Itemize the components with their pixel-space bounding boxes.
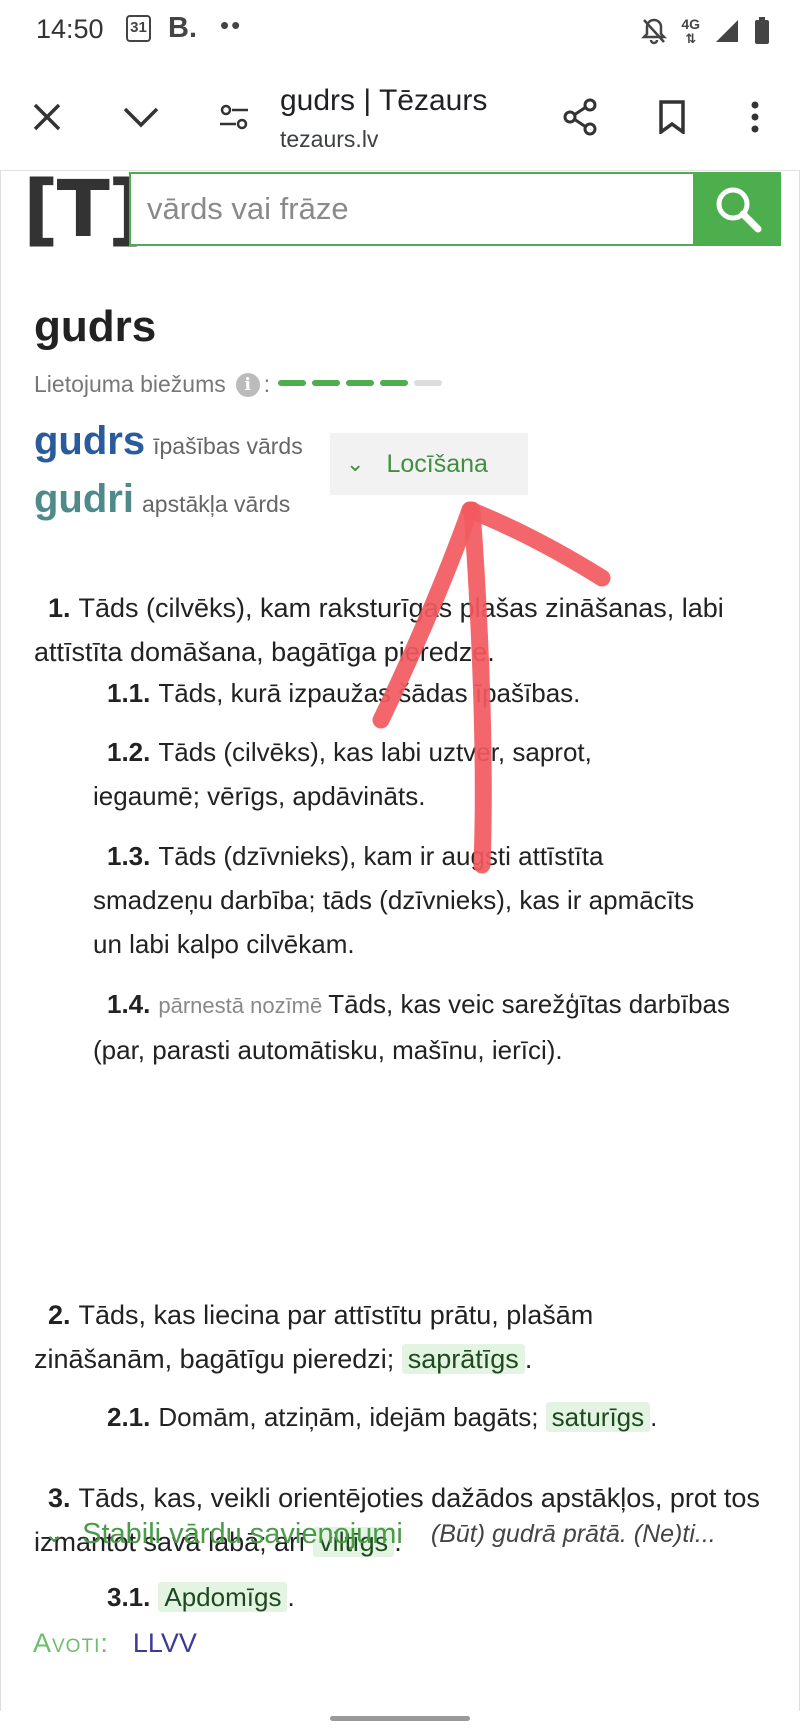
headword: gudrs	[34, 302, 157, 351]
sense-text: Tāds (cilvēks), kam raksturīgas plašas z…	[34, 593, 724, 667]
frequency-segment	[278, 379, 307, 386]
sense-end: .	[287, 1582, 295, 1612]
sense-1-4: 1.4. pārnestā nozīmē Tāds, kas veic sarežģ…	[93, 982, 763, 1072]
page-title[interactable]: gudrs | Tēzaurs	[280, 84, 487, 118]
sense-number: 2.	[48, 1300, 71, 1330]
sense-3-1: 3.1. Apdomīgs.	[93, 1575, 693, 1619]
sense-number: 1.4.	[107, 989, 151, 1019]
sense-1: 1. Tāds (cilvēks), kam raksturīgas plašas…	[34, 586, 764, 674]
frequency-segment	[380, 379, 409, 386]
frequency-label: Lietojuma biežums	[34, 371, 226, 397]
network-type: 4G ⇅	[681, 15, 700, 46]
lemma-pos: apstākļa vārds	[141, 491, 291, 517]
sense-number: 3.1.	[107, 1582, 151, 1612]
sense-2-1: 2.1. Domām, atziņām, idejām bagāts; satur…	[93, 1395, 773, 1439]
sense-gloss: pārnestā nozīmē	[158, 993, 323, 1018]
more-vert-icon	[751, 101, 759, 133]
sense-number: 1.	[48, 593, 71, 623]
page-content: [T]: gudrs Lietojuma biežums i : gudrsīp…	[0, 165, 800, 1711]
sense-end: .	[650, 1402, 658, 1432]
phrases-toggle[interactable]: ⌄ Stabili vārdu savienojumi (Būt) gudrā …	[44, 1518, 764, 1551]
do-not-disturb-icon	[641, 18, 668, 45]
sense-text: Tāds, kurā izpaužas šādas īpašības.	[158, 678, 581, 708]
close-tab-button[interactable]	[22, 92, 72, 142]
sense-text: Tāds (cilvēks), kas labi uztver, saprot,…	[93, 737, 592, 811]
frequency-meter	[278, 379, 443, 386]
more-options-button[interactable]	[730, 92, 780, 142]
synonym-link[interactable]: Apdomīgs	[158, 1582, 288, 1612]
lemma-pos: īpašības vārds	[153, 433, 303, 459]
lemma-adjective: gudrs īpašības vārds	[34, 419, 303, 464]
phrases-label: Stabili vārdu savienojumi	[82, 1518, 403, 1550]
sense-number: 1.2.	[107, 737, 151, 767]
close-icon	[33, 103, 61, 131]
site-settings-button[interactable]	[209, 92, 259, 142]
search-input[interactable]	[129, 172, 695, 246]
synonym-link[interactable]: saprātīgs	[401, 1344, 525, 1374]
declension-toggle[interactable]: ⌄ Locīšana	[330, 433, 528, 495]
sense-1-3: 1.3. Tāds (dzīvnieks), kam ir augsti attī…	[93, 834, 703, 966]
bookmark-button[interactable]	[647, 92, 697, 142]
sources-label: Avoti:	[33, 1628, 109, 1658]
status-time: 14:50	[36, 14, 104, 44]
frequency-segment	[312, 379, 341, 386]
frequency-colon: :	[263, 371, 271, 397]
sense-1-1: 1.1. Tāds, kurā izpaužas šādas īpašības.	[93, 671, 763, 715]
calendar-icon: 31	[126, 15, 151, 42]
chevron-down-icon: ⌄	[44, 1521, 65, 1548]
declension-label: Locīšana	[386, 449, 488, 478]
sense-text: Domām, atziņām, idejām bagāts;	[158, 1402, 539, 1432]
usage-frequency: Lietojuma biežums i :	[34, 371, 443, 398]
sense-number: 3.	[48, 1483, 71, 1513]
sense-number: 1.1.	[107, 678, 151, 708]
browser-toolbar: gudrs | Tēzaurs tezaurs.lv	[0, 64, 800, 171]
chevron-down-icon: ⌄	[346, 451, 365, 476]
bookmark-icon	[659, 100, 685, 134]
frequency-segment	[346, 379, 375, 386]
search-icon	[716, 187, 762, 233]
sense-2: 2. Tāds, kas liecina par attīstītu prātu,…	[34, 1293, 734, 1381]
site-settings-icon	[220, 104, 248, 130]
share-button[interactable]	[555, 92, 605, 142]
chevron-down-icon	[123, 107, 159, 128]
lemma-word[interactable]: gudri	[34, 477, 134, 521]
sense-number: 2.1.	[107, 1402, 151, 1432]
b-notification-icon: B.	[168, 12, 197, 44]
sense-1-2: 1.2. Tāds (cilvēks), kas labi uztver, sap…	[93, 730, 693, 818]
status-icons: 4G ⇅	[641, 16, 770, 46]
lemma-word[interactable]: gudrs	[34, 419, 145, 463]
lemma-adverb: gudri apstākļa vārds	[34, 477, 290, 522]
phrases-preview: (Būt) gudrā prātā. (Ne)ti...	[430, 1520, 716, 1548]
sense-number: 1.3.	[107, 841, 151, 871]
synonym-link[interactable]: saturīgs	[545, 1402, 651, 1432]
source-link[interactable]: LLVV	[133, 1628, 197, 1659]
signal-icon	[716, 20, 738, 42]
sense-end: .	[524, 1344, 533, 1374]
info-icon[interactable]: i	[235, 372, 260, 397]
gesture-nav-bar[interactable]	[330, 1716, 470, 1721]
page-url[interactable]: tezaurs.lv	[280, 126, 378, 153]
status-bar: 14:50 31 B. •• 4G ⇅	[0, 0, 800, 64]
battery-icon	[755, 17, 769, 44]
sources: Avoti: LLVV	[33, 1628, 197, 1659]
minimize-button[interactable]	[116, 92, 166, 142]
share-icon	[563, 98, 597, 136]
frequency-segment	[414, 379, 443, 386]
more-notifications-icon: ••	[220, 10, 243, 40]
sense-text: Tāds (dzīvnieks), kam ir augsti attīstīt…	[93, 841, 695, 959]
search-button[interactable]	[695, 172, 781, 246]
